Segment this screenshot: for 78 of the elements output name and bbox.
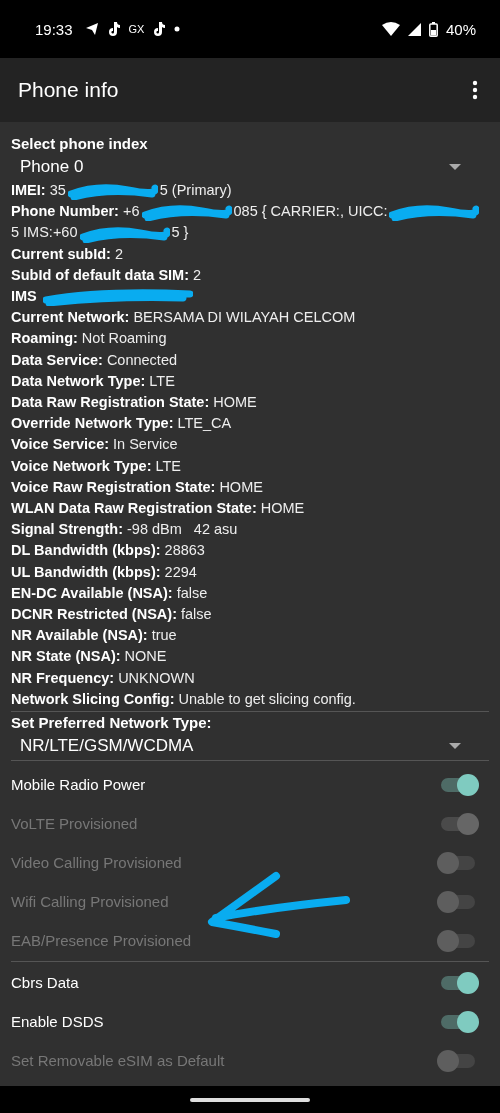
info-value: HOME bbox=[213, 394, 257, 411]
info-value: 5 } bbox=[171, 224, 189, 241]
info-value: 5 (Primary) bbox=[159, 182, 232, 198]
home-handle[interactable] bbox=[190, 1097, 310, 1102]
info-label: Signal Strength: bbox=[11, 521, 123, 538]
info-value: true bbox=[151, 627, 177, 644]
toggle-label: VoLTE Provisioned bbox=[11, 815, 138, 833]
dropdown-arrow-icon bbox=[449, 742, 461, 750]
info-value: 2 bbox=[193, 266, 202, 283]
info-label: NR Frequency: bbox=[11, 669, 115, 686]
toggle-label: Cbrs Data bbox=[11, 974, 79, 992]
info-value: false bbox=[180, 606, 212, 623]
battery-icon bbox=[428, 21, 438, 37]
info-value: -98 dBm 42 asu bbox=[127, 521, 238, 538]
info-value: 28863 bbox=[164, 542, 205, 559]
info-value: BERSAMA DI WILAYAH CELCOM bbox=[133, 309, 356, 326]
notification-text: GX bbox=[128, 23, 145, 35]
toggle-label: Enable DSDS bbox=[11, 1013, 104, 1031]
info-value: +6 bbox=[122, 203, 140, 220]
info-label: Voice Raw Registration State: bbox=[11, 478, 216, 495]
info-value: 085 { CARRIER:, UICC: bbox=[233, 203, 388, 220]
wifi-icon bbox=[381, 22, 400, 36]
info-label: WLAN Data Raw Registration State: bbox=[11, 500, 257, 517]
music-note-icon bbox=[106, 21, 121, 37]
music-note-icon bbox=[152, 21, 167, 37]
info-label: Data Raw Registration State: bbox=[11, 394, 210, 411]
info-value: UNKNOWN bbox=[118, 669, 195, 686]
info-label: IMEI: bbox=[11, 182, 46, 198]
toggle-label: EAB/Presence Provisioned bbox=[11, 932, 192, 950]
battery-percent: 40% bbox=[445, 20, 476, 38]
info-value: HOME bbox=[260, 500, 305, 517]
info-value: 2294 bbox=[164, 563, 197, 580]
info-label: Network Slicing Config: bbox=[11, 690, 175, 707]
info-value: false bbox=[176, 584, 208, 601]
section-label: Select phone index bbox=[11, 134, 149, 154]
toggle-label: Video Calling Provisioned bbox=[11, 854, 182, 872]
toggle-label: Mobile Radio Power bbox=[11, 776, 146, 794]
info-label: DCNR Restricted (NSA): bbox=[11, 606, 177, 623]
info-value: LTE bbox=[149, 372, 175, 389]
info-label: SubId of default data SIM: bbox=[11, 266, 190, 283]
dropdown-arrow-icon bbox=[449, 163, 461, 171]
info-label: EN-DC Available (NSA): bbox=[11, 584, 173, 601]
info-value: Connected bbox=[106, 351, 178, 368]
info-label: UL Bandwidth (kbps): bbox=[11, 563, 161, 580]
info-value: 35 bbox=[49, 182, 66, 198]
more-options-icon[interactable] bbox=[472, 80, 478, 100]
info-value: Unable to get slicing config. bbox=[178, 690, 356, 707]
info-label: NR State (NSA): bbox=[11, 648, 121, 665]
info-label: Current subId: bbox=[11, 245, 111, 262]
info-value: LTE bbox=[155, 457, 181, 474]
info-label: Data Network Type: bbox=[11, 372, 146, 389]
info-label: IMS bbox=[11, 288, 37, 304]
info-value: LTE_CA bbox=[177, 415, 232, 432]
info-label: Voice Network Type: bbox=[11, 457, 152, 474]
info-label: Current Network: bbox=[11, 309, 130, 326]
toggle-label: Wifi Calling Provisioned bbox=[11, 893, 169, 911]
info-label: Roaming: bbox=[11, 330, 78, 347]
info-value: HOME bbox=[219, 478, 263, 495]
app-title: Phone info bbox=[18, 78, 119, 102]
signal-icon bbox=[407, 22, 421, 36]
toggle-label: Set Removable eSIM as Default bbox=[11, 1052, 225, 1070]
info-label: DL Bandwidth (kbps): bbox=[11, 542, 161, 559]
phone-index-dropdown[interactable]: Phone 0 bbox=[11, 154, 489, 180]
network-type-dropdown[interactable]: NR/LTE/GSM/WCDMA bbox=[11, 733, 489, 760]
section-label: Set Preferred Network Type: bbox=[11, 713, 213, 734]
info-value: In Service bbox=[113, 436, 178, 453]
send-icon bbox=[84, 22, 99, 36]
info-value: 5 IMS:+60 bbox=[11, 224, 78, 241]
info-label: NR Available (NSA): bbox=[11, 627, 148, 644]
dot-icon bbox=[174, 26, 181, 32]
info-label: Voice Service: bbox=[11, 436, 110, 453]
info-value: Not Roaming bbox=[81, 330, 167, 347]
status-time: 19:33 bbox=[35, 20, 73, 38]
info-value: NONE bbox=[124, 648, 167, 665]
info-label: Phone Number: bbox=[11, 203, 119, 220]
info-label: Override Network Type: bbox=[11, 415, 174, 432]
info-value: 2 bbox=[114, 245, 123, 262]
info-label: Data Service: bbox=[11, 351, 103, 368]
